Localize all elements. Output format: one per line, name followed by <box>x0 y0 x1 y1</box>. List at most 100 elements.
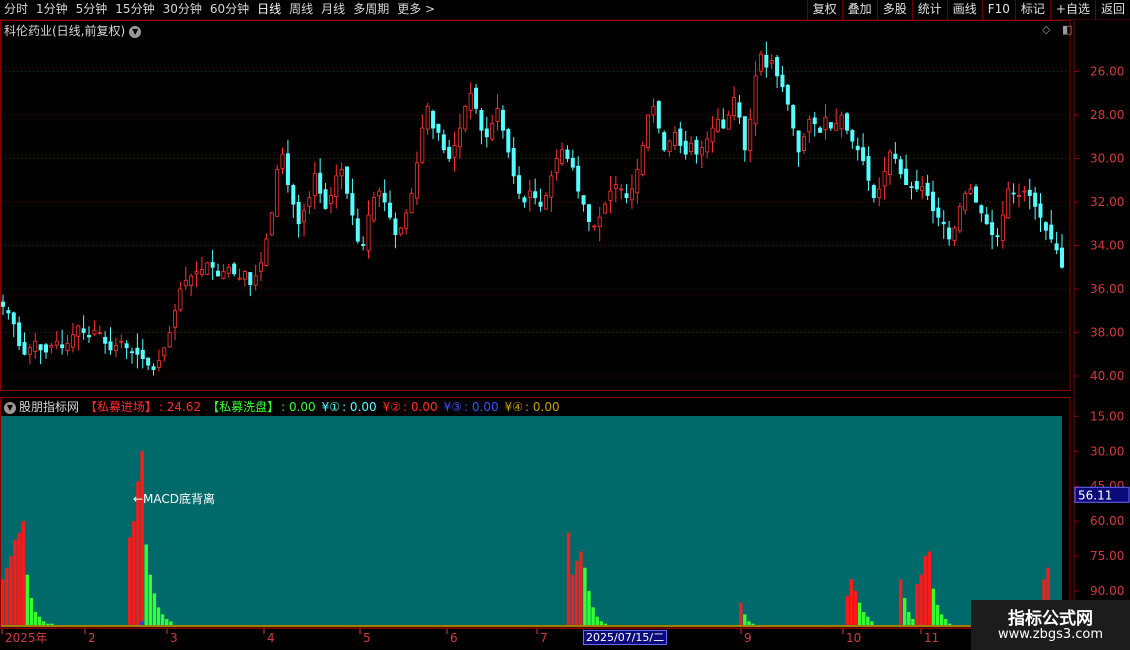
candle-body <box>710 127 715 143</box>
candle-body <box>957 205 962 232</box>
candle[interactable] <box>957 202 962 234</box>
candle-body <box>285 153 290 186</box>
x-tick-label: 9 <box>744 631 752 645</box>
toolbar-button[interactable]: 画线 <box>946 0 982 20</box>
candle-body <box>694 139 699 155</box>
candle[interactable] <box>269 211 274 236</box>
period-tab[interactable]: 月线 <box>317 0 349 20</box>
candle-body <box>549 175 554 198</box>
period-tab[interactable]: 周线 <box>285 0 317 20</box>
candle-body <box>119 340 124 343</box>
candle-body <box>259 262 264 272</box>
candle-body <box>113 345 118 351</box>
period-tab[interactable]: 多周期 <box>349 0 393 20</box>
candle-body <box>151 366 156 370</box>
toolbar-button[interactable]: 多股 <box>876 0 912 20</box>
candle[interactable] <box>646 114 651 152</box>
candle[interactable] <box>232 262 237 277</box>
indicator-bar <box>935 605 940 626</box>
candle-body <box>742 116 747 151</box>
candle[interactable] <box>656 100 661 134</box>
legend-value: : 0.00 <box>342 400 377 414</box>
date-axis: 2025年 2 3 4 5 6 7 9 10 11 2025/07/15/二 <box>0 628 1130 650</box>
candle-body <box>474 87 479 109</box>
candle-body <box>124 343 129 349</box>
candle-body <box>355 218 360 242</box>
candle-body <box>382 192 387 203</box>
candle-body <box>861 147 866 162</box>
toolbar-button[interactable]: 叠加 <box>841 0 877 20</box>
stock-title-label: 科伦药业(日线,前复权) <box>4 24 126 38</box>
period-tab[interactable]: 更多 > <box>393 0 439 20</box>
candle-body <box>404 212 409 229</box>
indicator-bar <box>911 619 915 626</box>
candle[interactable] <box>973 184 978 204</box>
toolbar-button[interactable]: 返回 <box>1094 0 1130 20</box>
y-tick-label: 32.00 <box>1090 195 1124 209</box>
candle-body <box>253 275 258 286</box>
indicator-plot-area <box>1 416 1062 626</box>
candle-body <box>49 345 54 348</box>
candle-body <box>377 190 382 197</box>
indicator-chart[interactable]: 90.0075.0060.0045.0030.0015.00←MACD底背离 56… <box>0 397 1130 628</box>
period-tab[interactable]: 30分钟 <box>159 0 206 20</box>
candle-body <box>490 123 495 140</box>
toolbar-button[interactable]: +自选 <box>1049 0 1095 20</box>
candle-body <box>156 360 161 368</box>
candle-body <box>882 171 887 187</box>
y-tick-label: 90.00 <box>1090 584 1124 598</box>
indicator-bar <box>29 598 34 626</box>
kline-chart[interactable]: 40.00 38.00 36.00 34.00 32.00 30.00 28.00 26.00 <box>0 20 1130 396</box>
candle-body <box>887 151 892 175</box>
candle[interactable] <box>205 261 210 275</box>
candle[interactable] <box>275 164 280 217</box>
candle-body <box>737 102 742 118</box>
indicator-bar <box>915 584 919 626</box>
toolbar-button[interactable]: 统计 <box>911 0 947 20</box>
period-tab[interactable]: 60分钟 <box>206 0 253 20</box>
toolbar-button[interactable]: F10 <box>981 0 1015 20</box>
macd-divergence-annotation: ←MACD底背离 <box>133 491 215 506</box>
candle[interactable] <box>640 141 645 177</box>
candle-body <box>22 342 27 355</box>
chevron-down-icon[interactable]: ▼ <box>4 401 16 414</box>
period-tab[interactable]: 分时 <box>0 0 32 20</box>
indicator-panel[interactable]: 90.00 75.00 60.00 45.00 30.00 15.00 ←MACD底背离 56… <box>0 397 1130 628</box>
period-tab[interactable]: 15分钟 <box>111 0 158 20</box>
toolbar-button[interactable]: 复权 <box>806 0 842 20</box>
indicator-bar <box>156 607 161 626</box>
candle-body <box>232 263 237 275</box>
candle-body <box>210 262 215 268</box>
legend-label: ¥④ <box>504 400 524 414</box>
candle[interactable] <box>463 104 468 133</box>
period-tab[interactable]: 日线 <box>253 0 285 20</box>
chevron-down-icon[interactable]: ▼ <box>129 25 142 38</box>
candle-body <box>1060 247 1065 268</box>
toolbar-button[interactable]: 标记 <box>1014 0 1050 20</box>
stock-title[interactable]: 科伦药业(日线,前复权) ▼ <box>4 22 142 39</box>
diamond-icon[interactable]: ◇ <box>1042 23 1050 36</box>
candle[interactable] <box>662 130 667 153</box>
candle-body <box>97 332 102 334</box>
period-tab[interactable]: 1分钟 <box>32 0 72 20</box>
candle-body <box>436 123 441 133</box>
candle-body <box>603 203 608 214</box>
indicator-bar <box>853 591 858 626</box>
kline-panel[interactable]: 40.00 38.00 36.00 34.00 32.00 30.00 28.00 26.00… <box>0 20 1130 396</box>
indicator-bar <box>595 616 599 626</box>
indicator-bar <box>1 579 5 626</box>
candle-body <box>199 269 204 275</box>
candle-body <box>898 159 903 175</box>
candle-body <box>479 110 484 131</box>
indicator-bar <box>866 616 870 626</box>
date-axis-labels: 2025年 2 3 4 5 6 7 9 10 11 <box>0 628 1130 645</box>
candle-body <box>468 92 473 111</box>
candle-body <box>425 105 430 130</box>
candle-body <box>339 168 344 177</box>
restore-icon[interactable]: ◧ <box>1062 23 1072 36</box>
candle-body <box>748 118 753 151</box>
candle-body <box>280 153 285 169</box>
candle-body <box>721 119 726 129</box>
period-tab[interactable]: 5分钟 <box>72 0 112 20</box>
indicator-name[interactable]: 股朋指标网 <box>19 400 79 414</box>
